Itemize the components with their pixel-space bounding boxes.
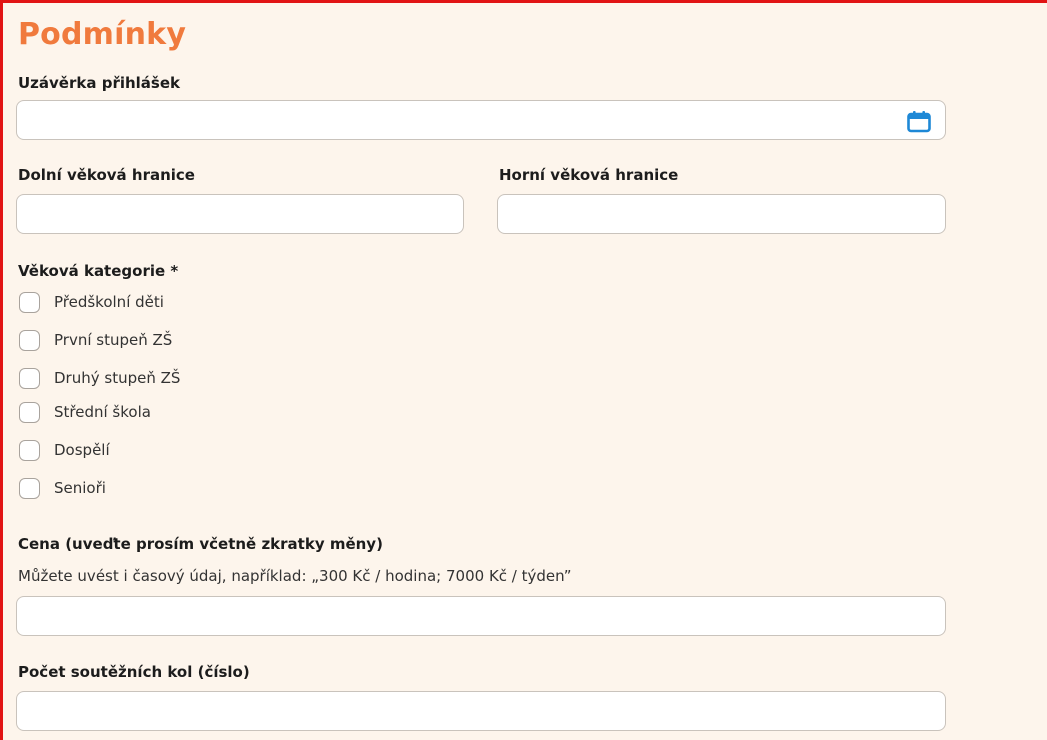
price-label: Cena (uveďte prosím včetně zkratky měny) — [18, 535, 383, 553]
lower-age-input[interactable] — [16, 194, 464, 234]
checkbox[interactable] — [19, 439, 40, 461]
checkbox[interactable] — [19, 367, 40, 389]
option-label: Dospělí — [54, 441, 110, 459]
age-category-option-high-school[interactable]: Střední škola — [19, 401, 151, 423]
option-label: Předškolní děti — [54, 293, 164, 311]
price-hint: Můžete uvést i časový údaj, například: „… — [18, 567, 572, 585]
lower-age-label: Dolní věková hranice — [18, 166, 195, 184]
checkbox[interactable] — [19, 401, 40, 423]
age-category-option-seniors[interactable]: Senioři — [19, 477, 106, 499]
checkbox[interactable] — [19, 291, 40, 313]
option-label: Senioři — [54, 479, 106, 497]
upper-age-input[interactable] — [497, 194, 946, 234]
option-label: Druhý stupeň ZŠ — [54, 369, 181, 387]
rounds-input[interactable] — [16, 691, 946, 731]
checkbox[interactable] — [19, 329, 40, 351]
age-category-option-primary-second[interactable]: Druhý stupeň ZŠ — [19, 367, 180, 389]
upper-age-label: Horní věková hranice — [499, 166, 679, 184]
calendar-icon[interactable] — [907, 111, 931, 133]
age-category-label: Věková kategorie * — [18, 262, 179, 280]
rounds-label: Počet soutěžních kol (číslo) — [18, 663, 250, 681]
deadline-label: Uzávěrka přihlášek — [18, 74, 180, 92]
price-input[interactable] — [16, 596, 946, 636]
age-category-option-adults[interactable]: Dospělí — [19, 439, 110, 461]
checkbox[interactable] — [19, 477, 40, 499]
option-label: Střední škola — [54, 403, 151, 421]
deadline-date-input[interactable] — [16, 100, 946, 140]
age-category-option-preschool[interactable]: Předškolní děti — [19, 291, 164, 313]
age-category-option-primary-first[interactable]: První stupeň ZŠ — [19, 329, 172, 351]
conditions-section: Podmínky Uzávěrka přihlášek Dolní věková… — [0, 0, 1047, 740]
section-title: Podmínky — [18, 17, 187, 52]
option-label: První stupeň ZŠ — [54, 331, 173, 349]
